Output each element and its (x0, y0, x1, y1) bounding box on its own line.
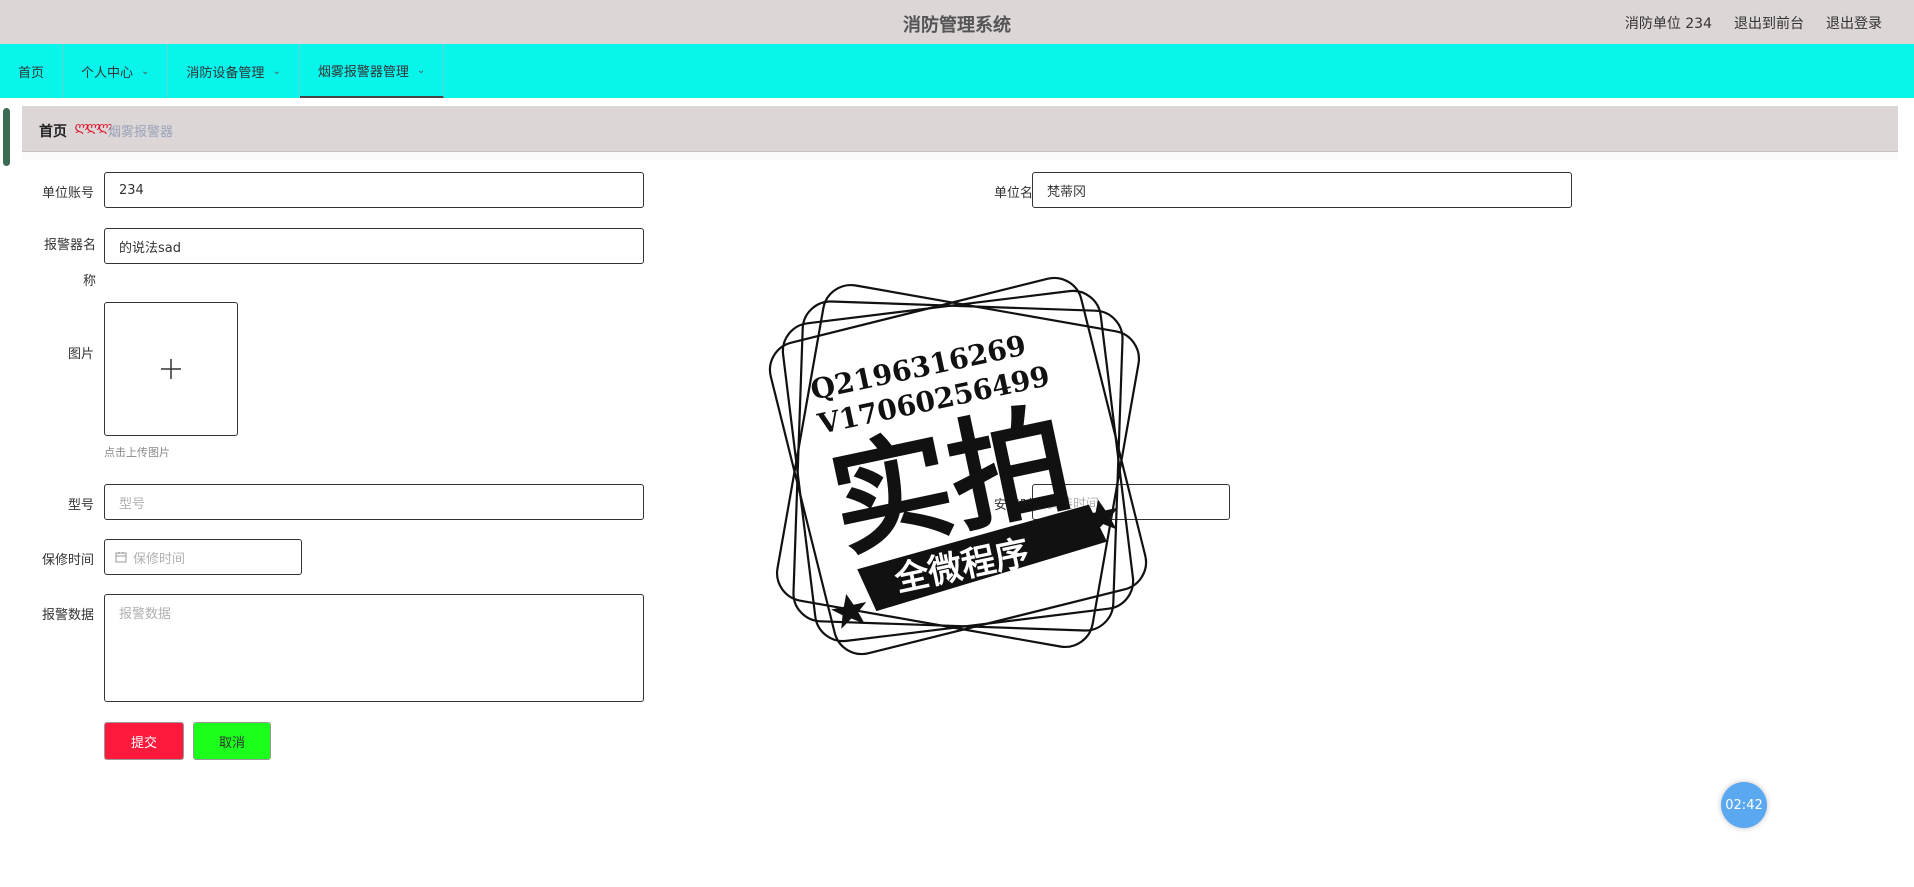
header-user-area: 消防单位 234 退出到前台 退出登录 (1625, 13, 1882, 33)
alarm-name-field[interactable]: 的说法sad (104, 228, 644, 264)
upload-hint: 点击上传图片 (104, 446, 170, 459)
scrollbar-thumb[interactable] (3, 108, 10, 166)
warranty-date-picker[interactable]: 保修时间 (104, 539, 302, 575)
nav-item-home[interactable]: 首页 (0, 44, 64, 98)
calendar-icon (115, 552, 127, 563)
nav-item-personal-center[interactable]: 个人中心 ⌄ (63, 44, 169, 98)
chevron-down-icon: ⌄ (416, 64, 426, 76)
breadcrumb: 首页 ლლლ 烟雾报警器 (22, 106, 1898, 152)
plus-icon (161, 359, 181, 379)
image-upload-box[interactable] (104, 302, 238, 436)
submit-button[interactable]: 提交 (104, 722, 184, 760)
warranty-label: 保修时间 (41, 553, 94, 568)
cancel-button[interactable]: 取消 (193, 722, 271, 760)
breadcrumb-home[interactable]: 首页 (39, 121, 67, 141)
nav-item-fire-equipment[interactable]: 消防设备管理 ⌄ (168, 44, 300, 98)
unit-account-label: 单位账号 (41, 186, 94, 201)
alarm-data-textarea[interactable]: 报警数据 (104, 594, 644, 702)
alarm-name-label: 报警器名称 (43, 238, 96, 289)
alarm-data-label: 报警数据 (41, 608, 94, 623)
chevron-down-icon: ⌄ (272, 65, 281, 77)
nav-item-label: 首页 (18, 65, 45, 81)
chevron-down-icon: ⌄ (141, 65, 150, 77)
user-label: 消防单位 234 (1624, 16, 1712, 32)
timer-badge[interactable]: 02:42 (1721, 782, 1767, 828)
model-input[interactable]: 型号 (104, 484, 644, 520)
breadcrumb-current: 烟雾报警器 (108, 125, 174, 140)
logout-link[interactable]: 退出登录 (1826, 13, 1882, 33)
nav-item-label: 烟雾报警器管理 (317, 64, 409, 80)
back-to-front-link[interactable]: 退出到前台 (1734, 13, 1804, 33)
nav-item-smoke-alarm[interactable]: 烟雾报警器管理 ⌄ (299, 44, 445, 98)
alarm-form: 单位账号 234 单位名称 梵蒂冈 报警器名称 的说法sad 图片 点击上传图片… (22, 160, 1898, 820)
unit-account-field[interactable]: 234 (104, 172, 644, 208)
image-label: 图片 (67, 347, 94, 362)
unit-name-field[interactable]: 梵蒂冈 (1032, 172, 1572, 208)
warranty-placeholder: 保修时间 (133, 551, 186, 567)
main-content: 首页 ლლლ 烟雾报警器 单位账号 234 单位名称 梵蒂冈 报警器名称 的说法… (22, 106, 1898, 820)
breadcrumb-separator-icon: ლლლ (74, 120, 111, 135)
nav-item-label: 消防设备管理 (186, 65, 265, 81)
model-label: 型号 (67, 498, 94, 513)
top-header: 消防管理系统 消防单位 234 退出到前台 退出登录 (0, 0, 1914, 44)
install-time-input[interactable]: 安装时间 (1032, 484, 1230, 520)
nav-item-label: 个人中心 (81, 65, 134, 81)
main-nav: 首页 个人中心 ⌄ 消防设备管理 ⌄ 烟雾报警器管理 ⌄ (0, 44, 1914, 98)
